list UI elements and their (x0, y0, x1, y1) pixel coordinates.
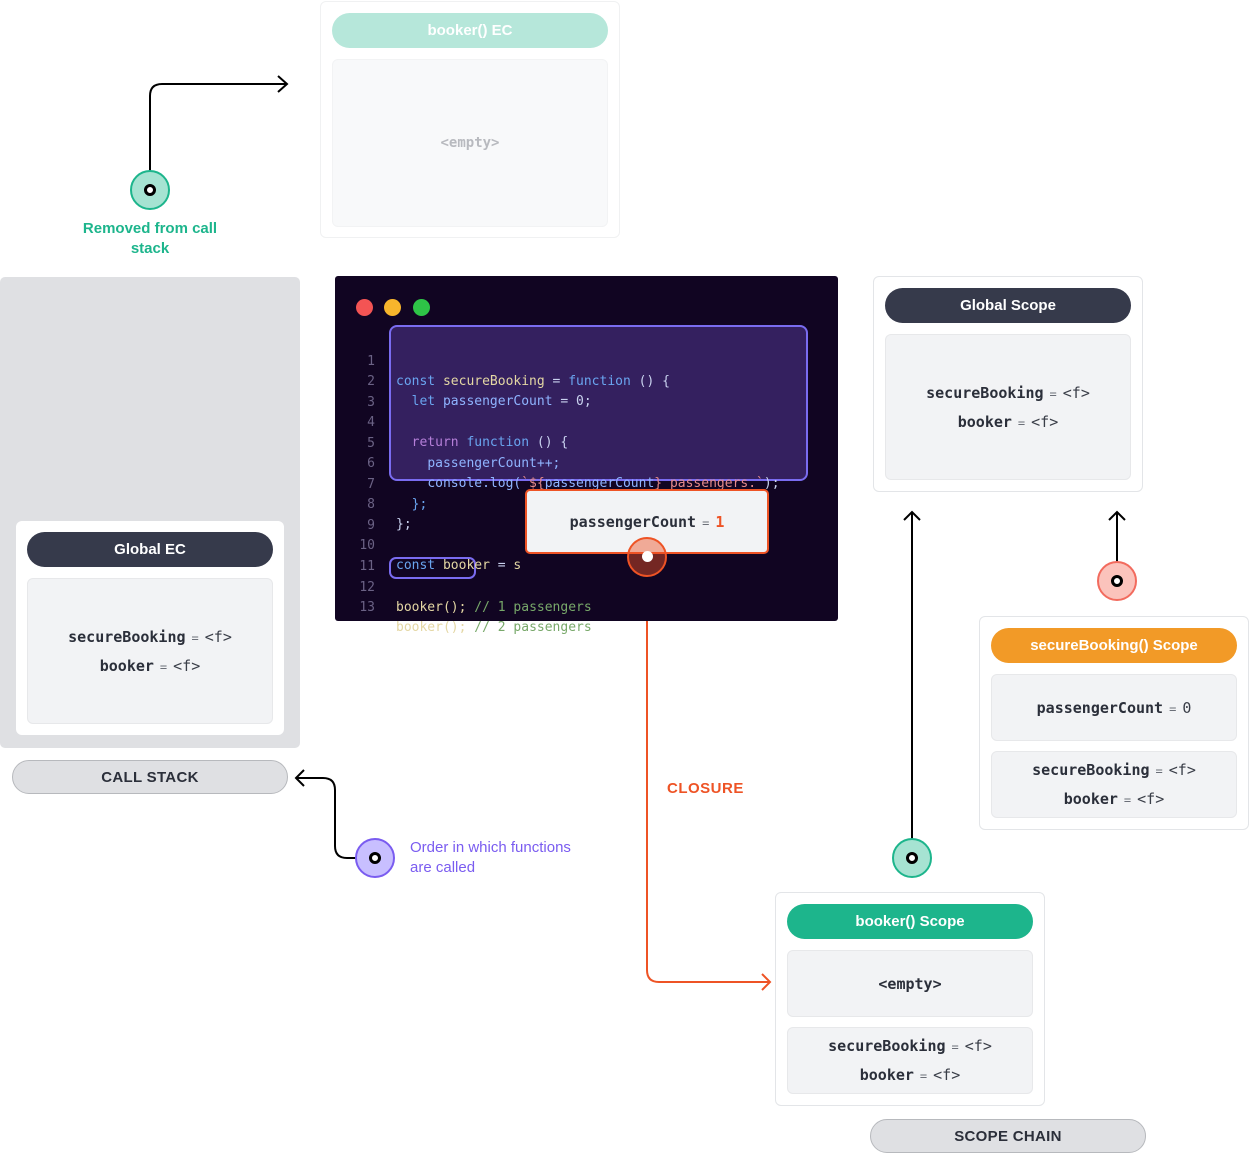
window-close-dot (356, 299, 373, 316)
code-line: 12 booker(); // 1 passengers (359, 580, 592, 615)
closure-variable: passengerCount = 1 (569, 512, 725, 531)
global-scope-title: Global Scope (885, 288, 1131, 323)
removed-annotation: Removed from call stack (82, 220, 218, 257)
removed-marker-icon (130, 170, 170, 210)
closure-label: CLOSURE (667, 780, 744, 797)
code-line: 9 (367, 518, 375, 533)
global-scope-card: Global Scope secureBooking = <f> booker = <f… (873, 276, 1143, 492)
booker-empty: <empty> (878, 974, 942, 993)
code-line: 7 }; (367, 477, 428, 512)
code-line: 13 booker(); // 2 passengers (359, 600, 592, 635)
closure-marker-icon (627, 537, 667, 577)
secure-chain-marker-icon (1097, 561, 1137, 601)
call-stack-label: CALL STACK (12, 760, 288, 794)
booker-own-vars: <empty> (787, 950, 1033, 1017)
secure-booking-own-vars: passengerCount = 0 (991, 674, 1237, 741)
global-ec-card: Global EC secureBooking = <f> booker = <f> (16, 521, 284, 735)
code-line: 8 }; (367, 497, 412, 532)
scope-chain-label: SCOPE CHAIN (870, 1119, 1146, 1153)
code-line: 6 console.log(`${passengerCount} passeng… (367, 456, 780, 491)
window-minimize-dot (384, 299, 401, 316)
order-marker-icon (355, 838, 395, 878)
removed-ec-title: booker() EC (332, 13, 608, 48)
booker-inherited-vars: secureBooking = <f> booker = <f> (787, 1027, 1033, 1094)
global-ec-vars: secureBooking = <f> booker = <f> (27, 578, 273, 724)
global-scope-var: secureBooking = <f> (926, 383, 1090, 402)
booker-chain-marker-icon (892, 838, 932, 878)
global-ec-var: booker = <f> (99, 656, 201, 675)
secure-booking-own-var: passengerCount = 0 (1036, 698, 1192, 717)
booker-scope-title: booker() Scope (787, 904, 1033, 939)
code-line: 10 const booker = s (359, 538, 522, 573)
removed-ec-card: booker() EC <empty> (320, 1, 620, 238)
secure-booking-inherited-vars: secureBooking = <f> booker = <f> (991, 751, 1237, 818)
code-line: 3 (367, 395, 375, 410)
removed-ec-empty: <empty> (440, 135, 500, 151)
global-scope-vars: secureBooking = <f> booker = <f> (885, 334, 1131, 480)
global-ec-var: secureBooking = <f> (68, 627, 232, 646)
removed-arrow-line (149, 83, 286, 190)
booker-scope-card: booker() Scope <empty> secureBooking = <f>… (775, 892, 1045, 1106)
secure-booking-scope-title: secureBooking() Scope (991, 628, 1237, 663)
code-editor: 1 const secureBooking = function () { 2 … (335, 276, 838, 635)
code-line: 1 const secureBooking = function () { (367, 354, 670, 389)
booker-inherited-var: secureBooking = <f> (828, 1037, 992, 1055)
global-ec-title: Global EC (27, 532, 273, 567)
removed-ec-body: <empty> (332, 59, 608, 227)
secure-booking-inherited-var: booker = <f> (1063, 790, 1165, 808)
secure-booking-scope-card: secureBooking() Scope passengerCount = 0 s… (979, 616, 1249, 830)
booker-inherited-var: booker = <f> (859, 1066, 961, 1084)
code-line: 4 return function () { (367, 415, 569, 450)
global-scope-var: booker = <f> (957, 412, 1059, 431)
code-line: 11 (359, 559, 375, 574)
code-line: 5 passengerCount++; (367, 436, 561, 471)
code-line: 2 let passengerCount = 0; (367, 374, 592, 409)
secure-booking-inherited-var: secureBooking = <f> (1032, 761, 1196, 779)
window-maximize-dot (413, 299, 430, 316)
order-annotation: Order in which functions are called (410, 839, 571, 876)
